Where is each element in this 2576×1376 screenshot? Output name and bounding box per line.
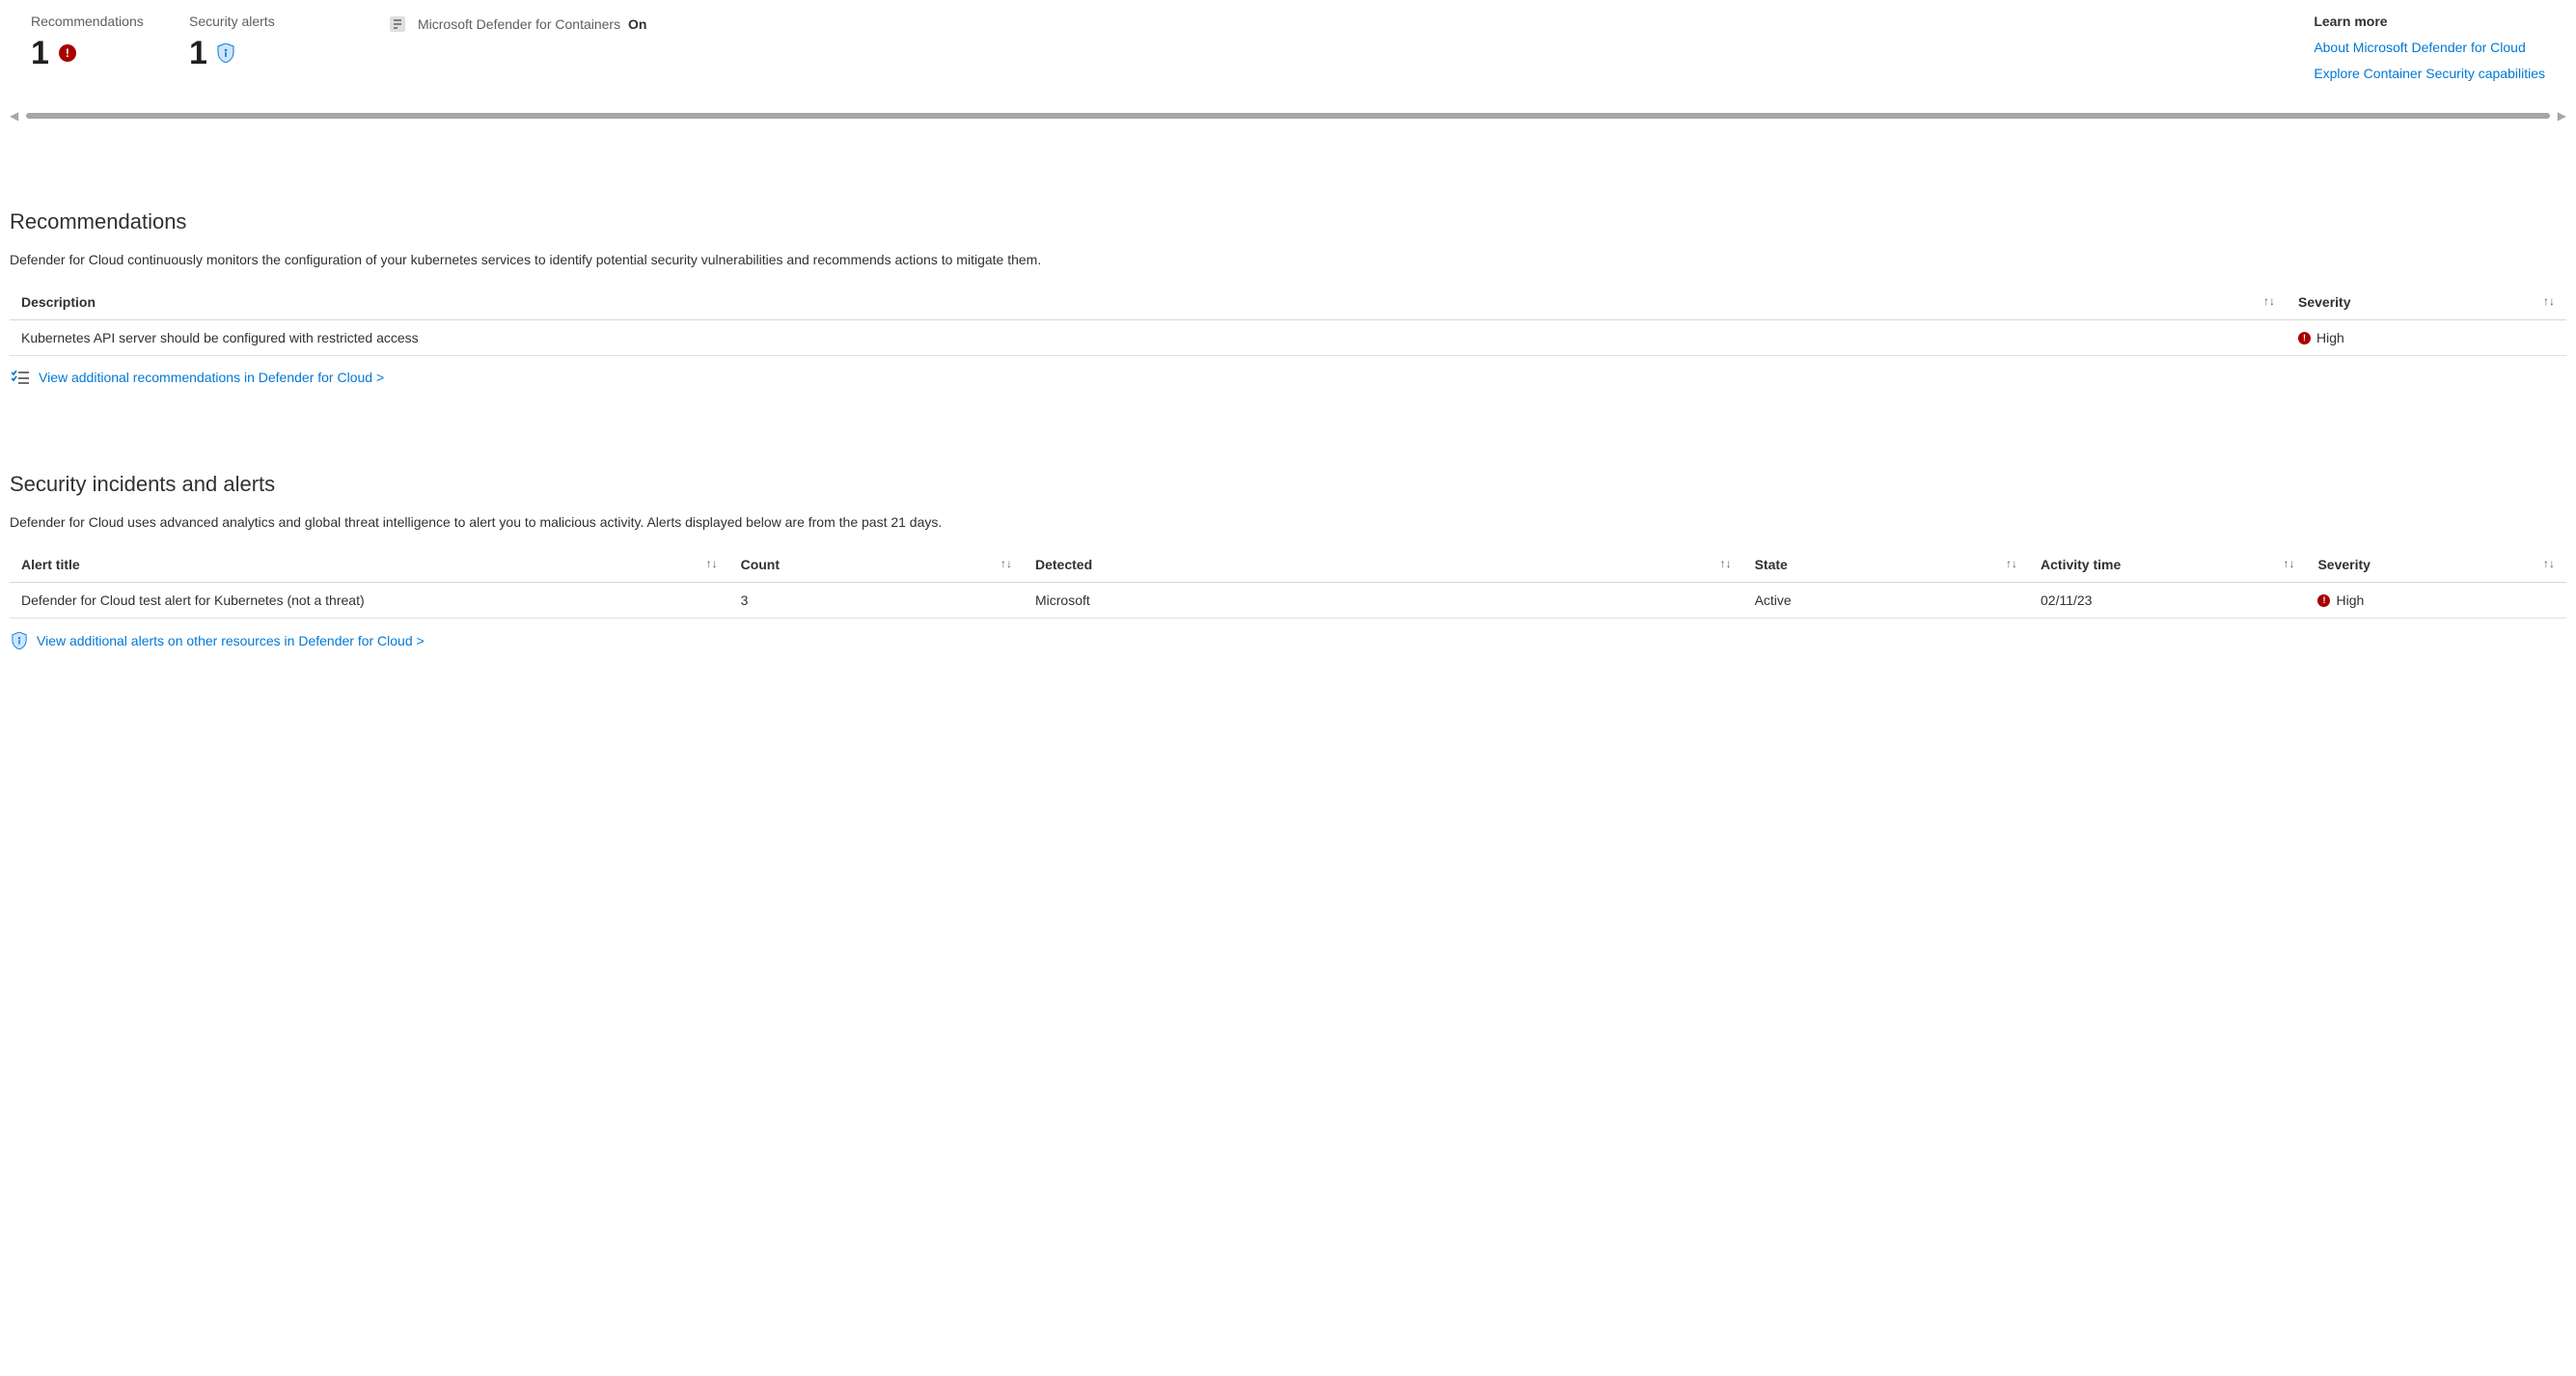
scroll-left-icon[interactable]: ◀: [10, 109, 18, 123]
alert-icon: !: [59, 44, 76, 62]
learn-more-link-explore[interactable]: Explore Container Security capabilities: [2314, 61, 2545, 87]
defender-label: Microsoft Defender for Containers On: [418, 16, 646, 32]
learn-more-link-about[interactable]: About Microsoft Defender for Cloud: [2314, 35, 2545, 61]
defender-label-text: Microsoft Defender for Containers: [418, 16, 620, 32]
sort-icon[interactable]: ↑↓: [2283, 557, 2294, 570]
defender-status: On: [628, 16, 646, 32]
defender-icon: [389, 15, 406, 33]
sort-icon[interactable]: ↑↓: [1720, 557, 1732, 570]
view-more-alerts-link[interactable]: View additional alerts on other resource…: [37, 633, 425, 648]
col-activity-label: Activity time: [2041, 557, 2121, 572]
col-count[interactable]: Count ↑↓: [729, 547, 1024, 583]
recommendations-table: Description ↑↓ Severity ↑↓ Kubernetes AP…: [10, 285, 2566, 356]
recommendations-summary-card[interactable]: Recommendations 1 !: [31, 14, 166, 69]
recommendation-description: Kubernetes API server should be configur…: [10, 320, 2287, 356]
alert-count-cell: 3: [729, 583, 1024, 619]
defender-status-card[interactable]: Microsoft Defender for Containers On: [389, 14, 646, 33]
summary-row: Recommendations 1 ! Security alerts 1: [8, 8, 2568, 99]
sort-icon[interactable]: ↑↓: [2543, 294, 2555, 308]
col-activity[interactable]: Activity time ↑↓: [2029, 547, 2306, 583]
col-description[interactable]: Description ↑↓: [10, 285, 2287, 320]
col-alert-title[interactable]: Alert title ↑↓: [10, 547, 729, 583]
alerts-summary-value: 1: [189, 37, 348, 69]
severity-icon: !: [2298, 332, 2311, 344]
alerts-summary-card[interactable]: Security alerts 1: [189, 14, 348, 69]
scrollbar-thumb[interactable]: [26, 113, 2550, 119]
recommendations-summary-label: Recommendations: [31, 14, 166, 29]
col-alert-severity-label: Severity: [2317, 557, 2370, 572]
table-row[interactable]: Defender for Cloud test alert for Kubern…: [10, 583, 2566, 619]
sort-icon[interactable]: ↑↓: [2263, 294, 2275, 308]
view-more-recommendations-link[interactable]: View additional recommendations in Defen…: [39, 370, 384, 385]
alert-severity-cell: ! High: [2306, 583, 2566, 619]
learn-more-title: Learn more: [2314, 14, 2545, 29]
alert-activity-cell: 02/11/23: [2029, 583, 2306, 619]
recommendations-count: 1: [31, 37, 49, 69]
shield-icon: [12, 632, 27, 649]
col-description-label: Description: [21, 294, 96, 310]
scroll-right-icon[interactable]: ▶: [2558, 109, 2566, 123]
alert-state-cell: Active: [1743, 583, 2029, 619]
col-count-label: Count: [741, 557, 780, 572]
horizontal-scrollbar[interactable]: ◀ ▶: [8, 109, 2568, 123]
col-severity-label: Severity: [2298, 294, 2350, 310]
alert-detected-cell: Microsoft: [1024, 583, 1743, 619]
alerts-table: Alert title ↑↓ Count ↑↓ Detected ↑↓ Stat…: [10, 547, 2566, 619]
col-detected-label: Detected: [1035, 557, 1092, 572]
severity-icon: !: [2317, 594, 2330, 607]
learn-more-panel: Learn more About Microsoft Defender for …: [2314, 14, 2545, 86]
recommendation-severity: ! High: [2287, 320, 2566, 356]
alerts-description: Defender for Cloud uses advanced analyti…: [10, 514, 2566, 530]
view-more-recommendations-row: View additional recommendations in Defen…: [10, 370, 2566, 385]
alerts-count: 1: [189, 37, 207, 69]
sort-icon[interactable]: ↑↓: [2006, 557, 2017, 570]
col-severity[interactable]: Severity ↑↓: [2287, 285, 2566, 320]
recommendations-summary-value: 1 !: [31, 37, 166, 69]
alerts-section: Security incidents and alerts Defender f…: [8, 472, 2568, 649]
checklist-icon: [12, 371, 29, 384]
col-alert-severity[interactable]: Severity ↑↓: [2306, 547, 2566, 583]
severity-text: High: [2316, 330, 2344, 345]
alerts-title: Security incidents and alerts: [10, 472, 2566, 497]
view-more-alerts-row: View additional alerts on other resource…: [10, 632, 2566, 649]
recommendations-title: Recommendations: [10, 209, 2566, 234]
col-alert-title-label: Alert title: [21, 557, 80, 572]
severity-text: High: [2336, 592, 2364, 608]
alert-title-cell: Defender for Cloud test alert for Kubern…: [10, 583, 729, 619]
col-state[interactable]: State ↑↓: [1743, 547, 2029, 583]
shield-icon: [217, 43, 234, 63]
col-detected[interactable]: Detected ↑↓: [1024, 547, 1743, 583]
table-row[interactable]: Kubernetes API server should be configur…: [10, 320, 2566, 356]
recommendations-description: Defender for Cloud continuously monitors…: [10, 252, 2566, 267]
sort-icon[interactable]: ↑↓: [1000, 557, 1012, 570]
alerts-summary-label: Security alerts: [189, 14, 348, 29]
sort-icon[interactable]: ↑↓: [2543, 557, 2555, 570]
col-state-label: State: [1755, 557, 1788, 572]
recommendations-section: Recommendations Defender for Cloud conti…: [8, 209, 2568, 385]
sort-icon[interactable]: ↑↓: [706, 557, 718, 570]
